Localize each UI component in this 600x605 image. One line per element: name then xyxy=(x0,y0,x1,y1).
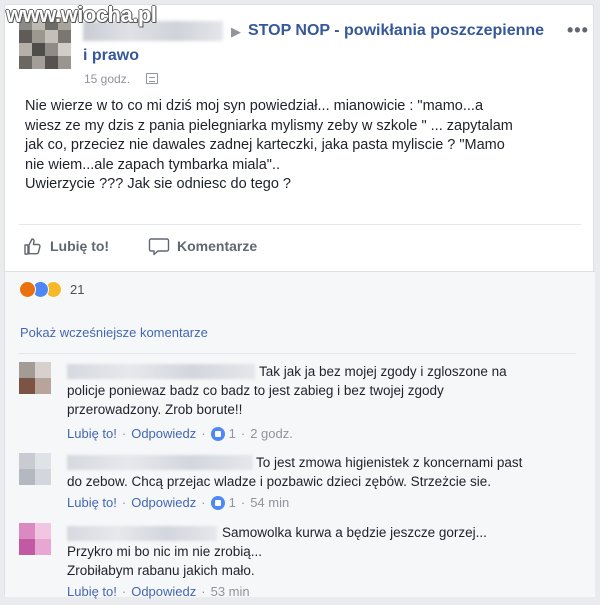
separator: · xyxy=(121,584,127,599)
comment-bubble-icon xyxy=(148,238,170,256)
separator: · xyxy=(121,426,127,441)
blurred-commenter-name xyxy=(67,364,255,379)
blurred-commenter-name xyxy=(67,526,217,541)
comment-reply-button[interactable]: Odpowiedz xyxy=(131,426,196,441)
comment-text: To jest zmowa higienistek z koncernami p… xyxy=(256,455,523,470)
comment-text: Zrobiłabym rabanu jakich mało. xyxy=(67,563,255,578)
comment-text: do zebow. Chcą przejac wladze i pozbawic… xyxy=(67,474,491,489)
comment-actions: Lubię to! · Odpowiedz · 1 · 54 min xyxy=(67,495,289,510)
separator: · xyxy=(201,495,206,510)
post-text-line: Nie wierze w to co mi dziś moj syn powie… xyxy=(25,98,484,114)
comment-like-count[interactable]: 1 xyxy=(229,495,236,510)
comment-button-label: Komentarze xyxy=(177,238,258,254)
comment-text: przerowadzony. Zrob borute!! xyxy=(67,402,243,417)
view-previous-comments-link[interactable]: Pokaż wcześniejsze komentarze xyxy=(20,325,208,340)
comment-avatar[interactable] xyxy=(19,453,51,485)
comment-timestamp[interactable]: 2 godz. xyxy=(250,426,293,441)
comment-like-button[interactable]: Lubię to! xyxy=(67,584,117,599)
comment-avatar[interactable] xyxy=(19,362,51,394)
comment-reply-button[interactable]: Odpowiedz xyxy=(131,495,196,510)
separator: · xyxy=(240,495,246,510)
reactions-summary[interactable]: 21 xyxy=(19,281,84,298)
comment-text: policje poniewaz badz co badz to jest za… xyxy=(67,383,444,398)
like-icon xyxy=(210,426,225,441)
divider xyxy=(19,224,581,225)
angry-icon xyxy=(19,281,36,298)
more-options-button[interactable]: ••• xyxy=(567,20,589,41)
comment-text: Samowolka kurwa a będzie jeszcze gorzej.… xyxy=(222,525,487,540)
like-icon xyxy=(210,495,225,510)
separator: · xyxy=(201,584,206,599)
like-button[interactable]: Lubię to! xyxy=(23,236,109,256)
reaction-count: 21 xyxy=(70,282,85,297)
post-text-line: wiesz ze my dzis z pania pielegniarka my… xyxy=(25,117,513,134)
post-text-line: Uwierzycie ??? Jak sie odniesc do tego ? xyxy=(25,176,291,192)
comment-timestamp[interactable]: 54 min xyxy=(250,495,289,510)
arrow-right-icon: ▶ xyxy=(231,24,241,39)
comment-like-button[interactable]: Lubię to! xyxy=(67,426,117,441)
comment-actions: Lubię to! · Odpowiedz · 1 · 2 godz. xyxy=(67,426,293,441)
post-text-line: nie wiem...ale zapach tymbarka miala".. xyxy=(25,156,280,173)
comment-avatar[interactable] xyxy=(19,523,51,555)
separator: · xyxy=(240,426,246,441)
comment-button[interactable]: Komentarze xyxy=(148,236,257,256)
audience-group-icon xyxy=(146,73,158,84)
site-watermark: www.wiocha.pl xyxy=(6,2,157,27)
group-name-link[interactable]: STOP NOP - powikłania poszczepienne xyxy=(248,22,544,40)
separator: · xyxy=(121,495,127,510)
group-name-link-line2[interactable]: i prawo xyxy=(83,47,139,65)
like-button-label: Lubię to! xyxy=(50,238,110,254)
comment-text: Przykro mi bo nic im nie zrobią... xyxy=(67,544,263,559)
blurred-commenter-name xyxy=(67,455,253,470)
post-text: Nie wierze w to co mi dziś moj syn powie… xyxy=(25,97,585,195)
comment-like-button[interactable]: Lubię to! xyxy=(67,495,117,510)
comment-timestamp[interactable]: 53 min xyxy=(211,584,250,599)
divider xyxy=(18,353,576,354)
post-text-line: jak co, przeciez nie dawales zadnej kart… xyxy=(25,137,505,153)
comment-text: Tak jak ja bez mojej zgody i zgloszone n… xyxy=(259,364,507,379)
comment-like-count[interactable]: 1 xyxy=(229,426,236,441)
comment-actions: Lubię to! · Odpowiedz · 53 min xyxy=(67,584,250,599)
separator: · xyxy=(201,426,206,441)
thumbs-up-icon xyxy=(24,238,41,255)
post-timestamp[interactable]: 15 godz. xyxy=(84,72,130,86)
comment-reply-button[interactable]: Odpowiedz xyxy=(131,584,196,599)
